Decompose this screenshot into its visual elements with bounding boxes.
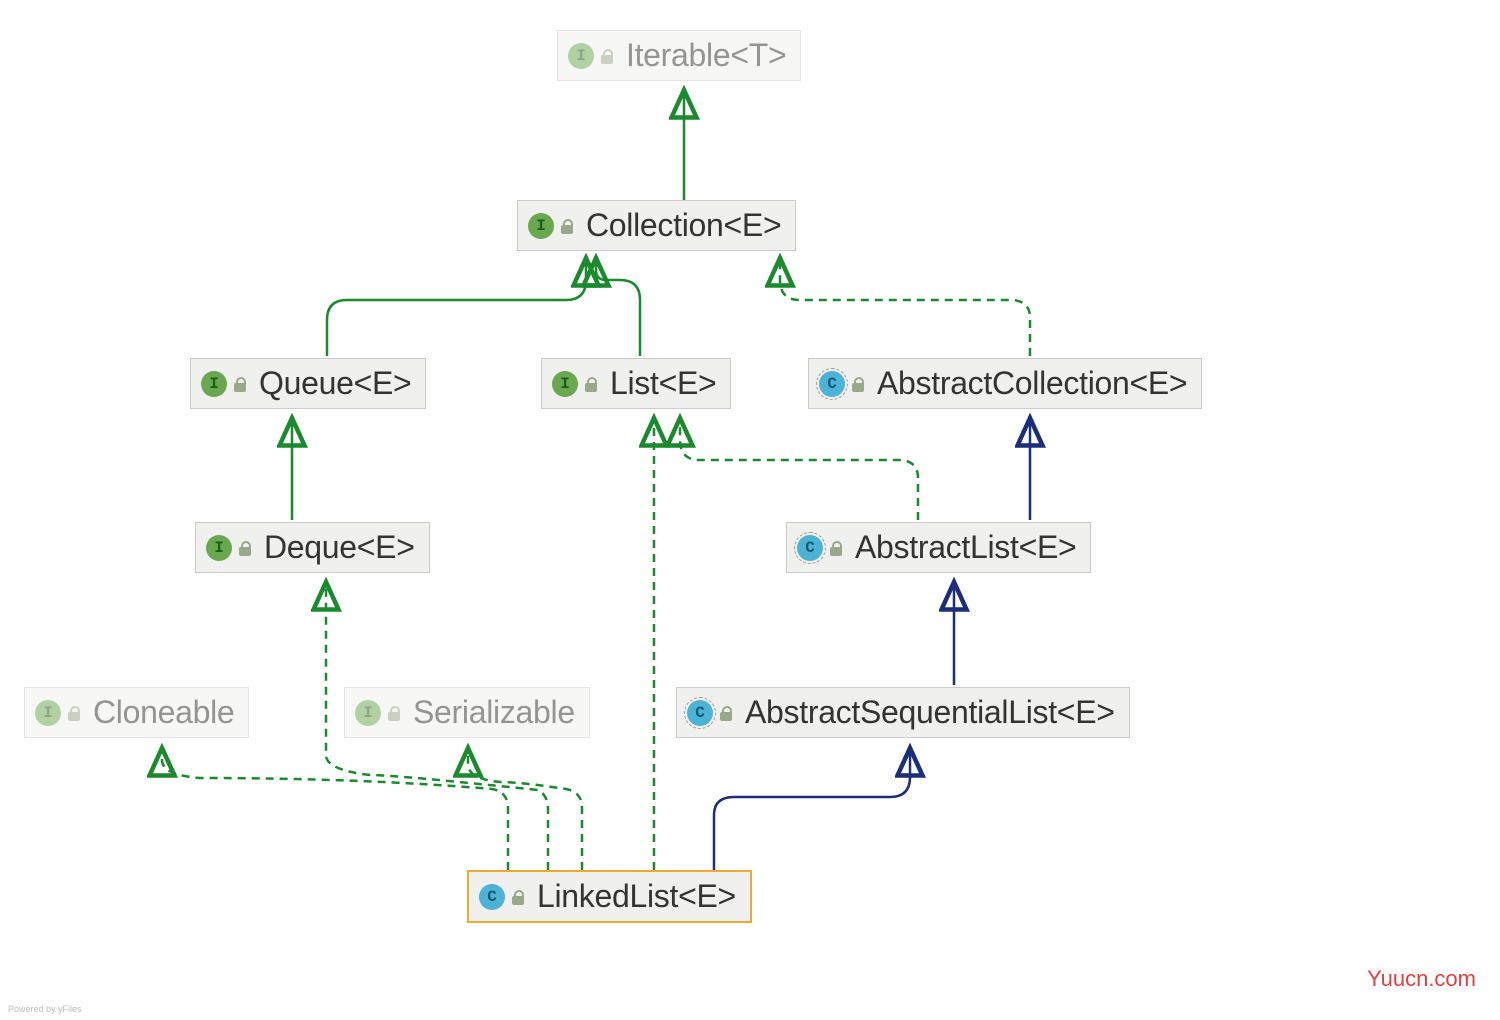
node-label: Deque<E> [264, 529, 415, 566]
lock-icon [387, 705, 401, 721]
edge-linkedlist-abstractseq [714, 748, 910, 870]
edge-list-collection [596, 258, 640, 356]
interface-icon: I [35, 700, 61, 726]
interface-icon: I [355, 700, 381, 726]
lock-icon [851, 376, 865, 392]
node-list[interactable]: I List<E> [541, 358, 731, 409]
node-deque[interactable]: I Deque<E> [195, 522, 430, 573]
edge-linkedlist-cloneable [162, 748, 508, 870]
lock-icon [719, 705, 733, 721]
edge-linkedlist-serializable [468, 748, 582, 870]
node-label: Collection<E> [586, 207, 781, 244]
node-abstractlist[interactable]: C AbstractList<E> [786, 522, 1091, 573]
node-label: AbstractCollection<E> [877, 365, 1187, 402]
diagram-canvas: I Iterable<T> I Collection<E> I Queue<E>… [0, 0, 1500, 1020]
lock-icon [238, 540, 252, 556]
edge-abstractcollection-collection [780, 258, 1030, 356]
watermark-bottom-left: Powered by yFiles [8, 1004, 82, 1014]
node-label: Queue<E> [259, 365, 411, 402]
interface-icon: I [201, 371, 227, 397]
abstract-class-icon: C [687, 700, 713, 726]
node-linkedlist[interactable]: C LinkedList<E> [467, 870, 752, 923]
lock-icon [67, 705, 81, 721]
interface-icon: I [568, 43, 594, 69]
connector-layer [0, 0, 1500, 1020]
interface-icon: I [206, 535, 232, 561]
node-label: Serializable [413, 694, 575, 731]
interface-icon: I [528, 213, 554, 239]
node-queue[interactable]: I Queue<E> [190, 358, 426, 409]
node-serializable[interactable]: I Serializable [344, 687, 590, 738]
lock-icon [511, 889, 525, 905]
node-collection[interactable]: I Collection<E> [517, 200, 796, 251]
interface-icon: I [552, 371, 578, 397]
lock-icon [829, 540, 843, 556]
edge-queue-collection [327, 258, 586, 356]
node-label: AbstractSequentialList<E> [745, 694, 1115, 731]
node-label: List<E> [610, 365, 716, 402]
node-iterable[interactable]: I Iterable<T> [557, 30, 801, 81]
lock-icon [560, 218, 574, 234]
class-icon: C [479, 884, 505, 910]
lock-icon [233, 376, 247, 392]
node-cloneable[interactable]: I Cloneable [24, 687, 249, 738]
lock-icon [584, 376, 598, 392]
node-label: AbstractList<E> [855, 529, 1076, 566]
node-label: Cloneable [93, 694, 234, 731]
node-abstractseq[interactable]: C AbstractSequentialList<E> [676, 687, 1130, 738]
watermark-bottom-right: Yuucn.com [1367, 966, 1476, 992]
edge-abstractlist-list [680, 418, 918, 520]
node-label: Iterable<T> [626, 37, 786, 74]
abstract-class-icon: C [797, 535, 823, 561]
node-label: LinkedList<E> [537, 878, 736, 915]
node-abstractcollection[interactable]: C AbstractCollection<E> [808, 358, 1202, 409]
abstract-class-icon: C [819, 371, 845, 397]
lock-icon [600, 48, 614, 64]
